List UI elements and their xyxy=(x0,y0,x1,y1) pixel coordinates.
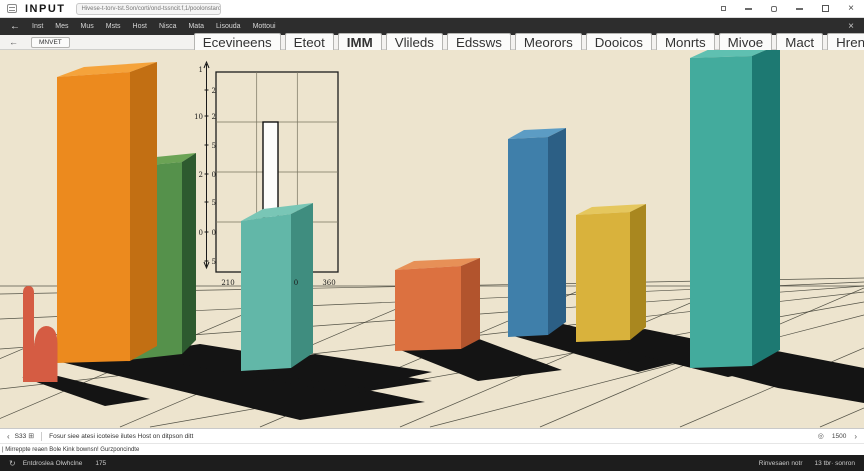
canvas-area[interactable]: 1 10 2 0 2 2 5 0 5 0 5 210 0 360 xyxy=(0,50,864,428)
menu-item-3[interactable]: Msts xyxy=(106,23,121,30)
app-menu-icon[interactable] xyxy=(7,4,17,13)
window-controls: × xyxy=(721,3,854,14)
toolbar-button-10[interactable]: Hren xyxy=(827,32,864,52)
teal-right-bar xyxy=(690,50,780,368)
find-grid-icon[interactable]: ⊞ xyxy=(28,432,34,440)
front-face xyxy=(576,212,630,342)
status-right-label: Rinvesaen notr xyxy=(758,459,803,467)
status-left-value: 175 xyxy=(95,459,107,467)
find-bar: ‹ S33 ⊞ Fosur siee atesi icoteise ilutes… xyxy=(0,428,864,443)
side-face xyxy=(548,128,566,335)
inset-inner-label-3: 0 xyxy=(212,171,216,179)
toolbar-button-0[interactable]: Ecevineens xyxy=(193,32,281,52)
inset-inner-label-6: 5 xyxy=(212,258,216,266)
divider xyxy=(41,431,43,441)
toolbar-button-3[interactable]: Vlileds xyxy=(385,32,443,52)
toolbar-button-6[interactable]: Dooicos xyxy=(585,32,652,52)
toolbar-button-row: Ecevineens Eteot IMM Vlileds Edssws Meor… xyxy=(193,32,864,52)
info-bar: | Mirreppte reaen Bole Kink bownsn! Gurz… xyxy=(0,443,864,455)
menu-item-2[interactable]: Mus xyxy=(81,23,94,30)
inset-x-label-1: 0 xyxy=(294,279,298,287)
inset-inner-label-4: 5 xyxy=(212,199,216,207)
toolbar-button-9[interactable]: Mact xyxy=(776,32,824,52)
find-next-icon[interactable]: › xyxy=(854,432,857,441)
inset-x-label-0: 210 xyxy=(221,279,234,287)
side-face xyxy=(461,258,480,349)
toolbar-button-4[interactable]: Edssws xyxy=(446,32,511,52)
inset-white-bar xyxy=(262,121,279,219)
menu-item-4[interactable]: Host xyxy=(133,23,147,30)
maximize-icon[interactable] xyxy=(822,5,830,12)
inset-outer-label-3: 0 xyxy=(199,229,203,237)
side-face xyxy=(752,50,780,366)
info-text: | Mirreppte reaen Bole Kink bownsn! Gurz… xyxy=(2,446,140,453)
toolbar-back-icon[interactable]: ← xyxy=(9,37,18,47)
menu-item-5[interactable]: Nisca xyxy=(159,23,177,30)
side-face xyxy=(630,204,646,340)
find-bar-right: ◎ 1500 › xyxy=(818,432,857,441)
front-face xyxy=(57,72,130,363)
toolbar-button-5[interactable]: Meorors xyxy=(514,32,582,52)
inset-x-label-2: 360 xyxy=(322,279,335,287)
inset-inner-label-2: 5 xyxy=(212,142,216,150)
inset-inner-label-0: 2 xyxy=(212,87,216,95)
toolbar-button-8[interactable]: Mivoe xyxy=(718,32,773,52)
front-face xyxy=(690,56,752,368)
menu-item-8[interactable]: Mottoui xyxy=(253,23,276,30)
app-logo: INPUT xyxy=(25,2,66,15)
status-right-value: 13 tbr· sonron xyxy=(814,459,855,467)
status-right: Rinvesaen notr 13 tbr· sonron xyxy=(759,460,855,467)
status-left-label: Entdroslea Olwhclne xyxy=(22,459,83,467)
inset-inner-label-5: 0 xyxy=(212,229,216,237)
title-bar: INPUT Hivese-t-torv-tst.Son/corti/ond-ts… xyxy=(0,0,864,18)
find-counter: S33 xyxy=(14,432,27,440)
toolbar-button-7[interactable]: Monrts xyxy=(655,32,715,52)
inset-outer-label-2: 2 xyxy=(199,171,203,179)
blue-bar xyxy=(508,128,566,337)
yellow-bar xyxy=(576,204,646,342)
inset-inner-label-1: 2 xyxy=(212,113,216,121)
minimize-icon[interactable] xyxy=(745,7,753,10)
orange-cube xyxy=(395,258,480,351)
menu-back-icon[interactable]: ← xyxy=(10,21,20,32)
front-face xyxy=(508,137,548,337)
toolbar: ← MNVET Ecevineens Eteot IMM Vlileds Eds… xyxy=(0,32,864,52)
menu-item-0[interactable]: Inst xyxy=(32,23,43,30)
inset-outer-label-0: 1 xyxy=(199,66,203,74)
find-prev-icon[interactable]: ‹ xyxy=(7,432,10,441)
window-restore-icon[interactable] xyxy=(771,5,778,12)
find-query-text[interactable]: Fosur siee atesi icoteise ilutes Host on… xyxy=(49,433,193,440)
minimize-icon-2[interactable] xyxy=(796,7,804,10)
menu-item-6[interactable]: Mata xyxy=(188,23,204,30)
side-face xyxy=(130,62,157,361)
front-face xyxy=(395,266,461,351)
teal-bar xyxy=(241,203,313,371)
refresh-icon[interactable]: ↻ xyxy=(9,459,16,468)
front-face xyxy=(241,214,291,371)
side-face xyxy=(182,153,196,354)
find-status-value: 1500 xyxy=(831,432,847,440)
orange-bar xyxy=(57,62,157,363)
inset-outer-label-1: 10 xyxy=(194,113,203,121)
status-bar: ↻ Entdroslea Olwhclne 175 Rinvesaen notr… xyxy=(0,455,864,471)
target-icon[interactable]: ◎ xyxy=(818,432,824,440)
menu-item-1[interactable]: Mes xyxy=(55,23,68,30)
window-restore-small-icon[interactable] xyxy=(721,6,727,11)
menu-close-icon[interactable]: × xyxy=(848,21,854,32)
url-bar[interactable]: Hivese-t-torv-tst.Son/corti/ond-tssncit.… xyxy=(75,2,221,15)
mode-button[interactable]: MNVET xyxy=(31,36,70,48)
toolbar-button-1[interactable]: Eteot xyxy=(284,32,334,52)
close-icon[interactable]: × xyxy=(848,3,854,14)
illustration-canvas[interactable]: 1 10 2 0 2 2 5 0 5 0 5 210 0 360 xyxy=(0,50,864,428)
menu-item-7[interactable]: Lisouda xyxy=(216,23,241,30)
toolbar-button-2[interactable]: IMM xyxy=(337,32,382,52)
